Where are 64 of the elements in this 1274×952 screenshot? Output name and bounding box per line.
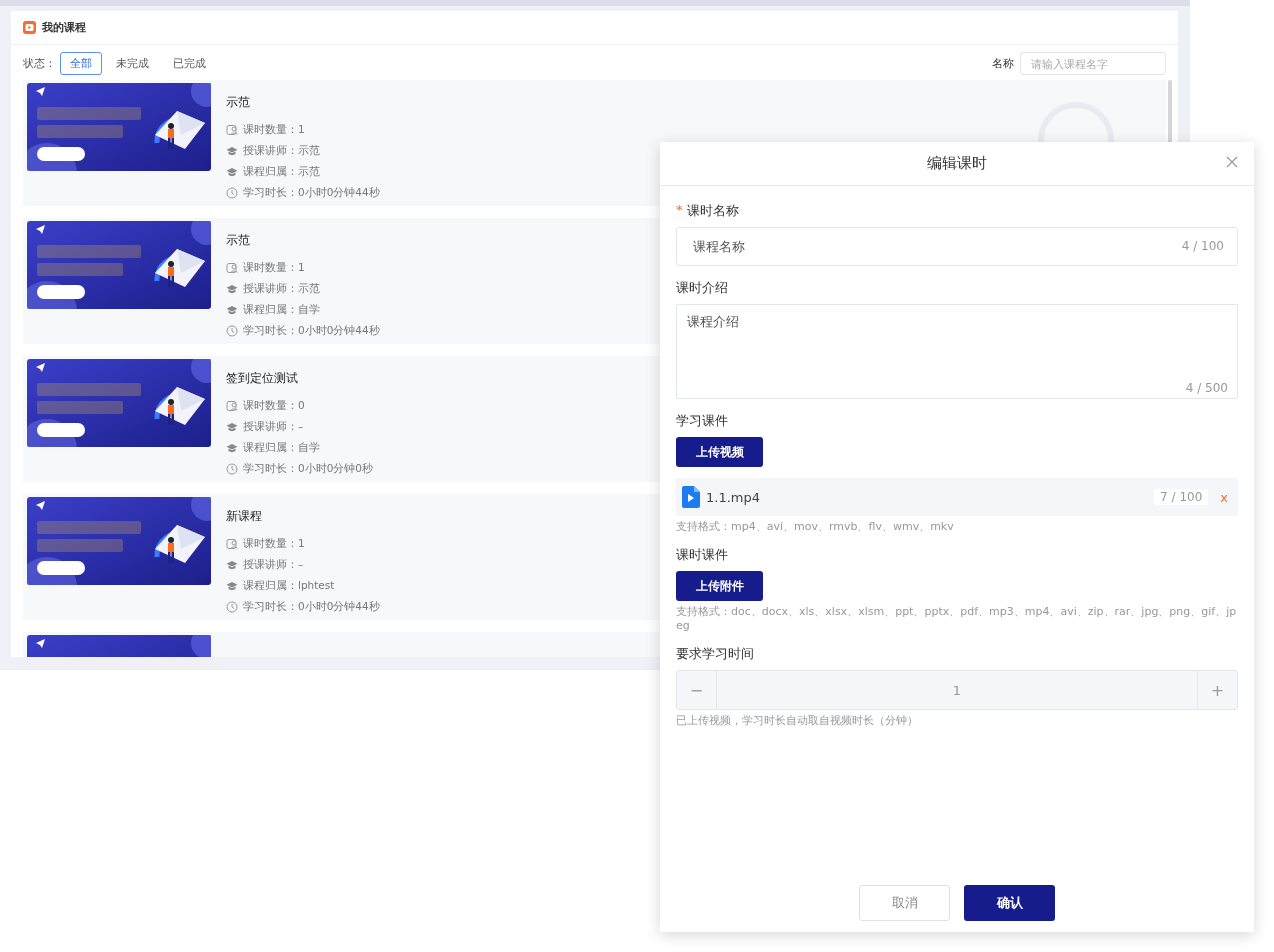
- course-detail: 授课讲师：示范: [243, 144, 320, 159]
- search-label: 名称: [992, 56, 1014, 71]
- course-detail: 课程归属：自学: [243, 440, 320, 455]
- upload-button[interactable]: 上传附件: [676, 571, 763, 601]
- course-detail: 授课讲师：–: [243, 420, 304, 435]
- person-card-icon: [226, 400, 238, 413]
- dialog-title: 编辑课时: [927, 154, 987, 173]
- search-field[interactable]: 请输入课程名字: [1020, 52, 1166, 75]
- clock-icon: [226, 186, 238, 199]
- course-title: 示范: [226, 232, 251, 249]
- course-detail: 授课讲师：示范: [243, 282, 320, 297]
- filter-tab[interactable]: 未完成: [106, 52, 159, 75]
- character-count: 4 / 500: [1185, 381, 1228, 395]
- filter-tab[interactable]: 全部: [60, 52, 102, 75]
- course-detail: 课时数量：1: [243, 123, 305, 138]
- course-detail: 学习时长：0小时0分钟0秒: [243, 461, 374, 476]
- video-file-icon: [682, 486, 700, 508]
- course-detail: 课程归属：lphtest: [243, 578, 335, 593]
- file-name: 1.1.mp4: [706, 489, 761, 505]
- course-detail: 学习时长：0小时0分钟44秒: [243, 323, 380, 338]
- course-title: 签到定位测试: [226, 370, 299, 387]
- field-label: 要求学习时间: [676, 645, 754, 663]
- course-detail: 授课讲师：–: [243, 558, 304, 573]
- clock-icon: [226, 324, 238, 337]
- field-label: 课时名称: [686, 202, 739, 220]
- course-detail: 学习时长：0小时0分钟44秒: [243, 185, 380, 200]
- person-card-icon: [226, 538, 238, 551]
- required-mark: *: [676, 202, 683, 219]
- course-title: 示范: [226, 94, 251, 111]
- course-detail: 课时数量：0: [243, 399, 305, 414]
- upload-button[interactable]: 上传视频: [676, 437, 763, 467]
- play-icon: [23, 21, 36, 34]
- graduation-cap-icon: [226, 559, 238, 572]
- graduation-cap-icon: [226, 283, 238, 296]
- confirm-button[interactable]: 确认: [964, 885, 1055, 921]
- course-detail: 课程归属：自学: [243, 302, 320, 317]
- graduation-cap-icon: [226, 579, 238, 592]
- course-detail: 学习时长：0小时0分钟44秒: [243, 599, 380, 614]
- character-count: 7 / 100: [1154, 489, 1209, 505]
- course-detail: 课程归属：示范: [243, 164, 320, 179]
- field-label: 课时课件: [676, 546, 728, 564]
- graduation-cap-icon: [226, 441, 238, 454]
- duration-hint: 已上传视频，学习时长自动取自视频时长（分钟）: [676, 714, 919, 728]
- clock-icon: [226, 600, 238, 613]
- close-icon[interactable]: [1226, 156, 1238, 168]
- filter-label: 状态：: [23, 56, 56, 71]
- cancel-button[interactable]: 取消: [859, 885, 950, 921]
- graduation-cap-icon: [226, 421, 238, 434]
- person-card-icon: [226, 262, 238, 275]
- field-label: 学习课件: [676, 412, 728, 430]
- format-hint: 支持格式：doc、docx、xls、xlsx、xlsm、ppt、pptx、pdf、mp3、mp4、avi、zip、rar、jpg、png、gif、jpeg: [676, 605, 1238, 633]
- format-hint: 支持格式：mp4、avi、mov、rmvb、flv、wmv、mkv: [676, 520, 955, 534]
- graduation-cap-icon: [226, 145, 238, 158]
- person-card-icon: [226, 124, 238, 137]
- graduation-cap-icon: [226, 303, 238, 316]
- clock-icon: [226, 462, 238, 475]
- graduation-cap-icon: [226, 165, 238, 178]
- character-count: 4 / 100: [1181, 239, 1224, 253]
- page-title: 我的课程: [42, 20, 86, 35]
- course-title: 新课程: [226, 508, 263, 525]
- field-label: 课时介绍: [676, 279, 728, 297]
- course-detail: 课时数量：1: [243, 261, 305, 276]
- course-detail: 课时数量：1: [243, 537, 305, 552]
- filter-tab[interactable]: 已完成: [163, 52, 216, 75]
